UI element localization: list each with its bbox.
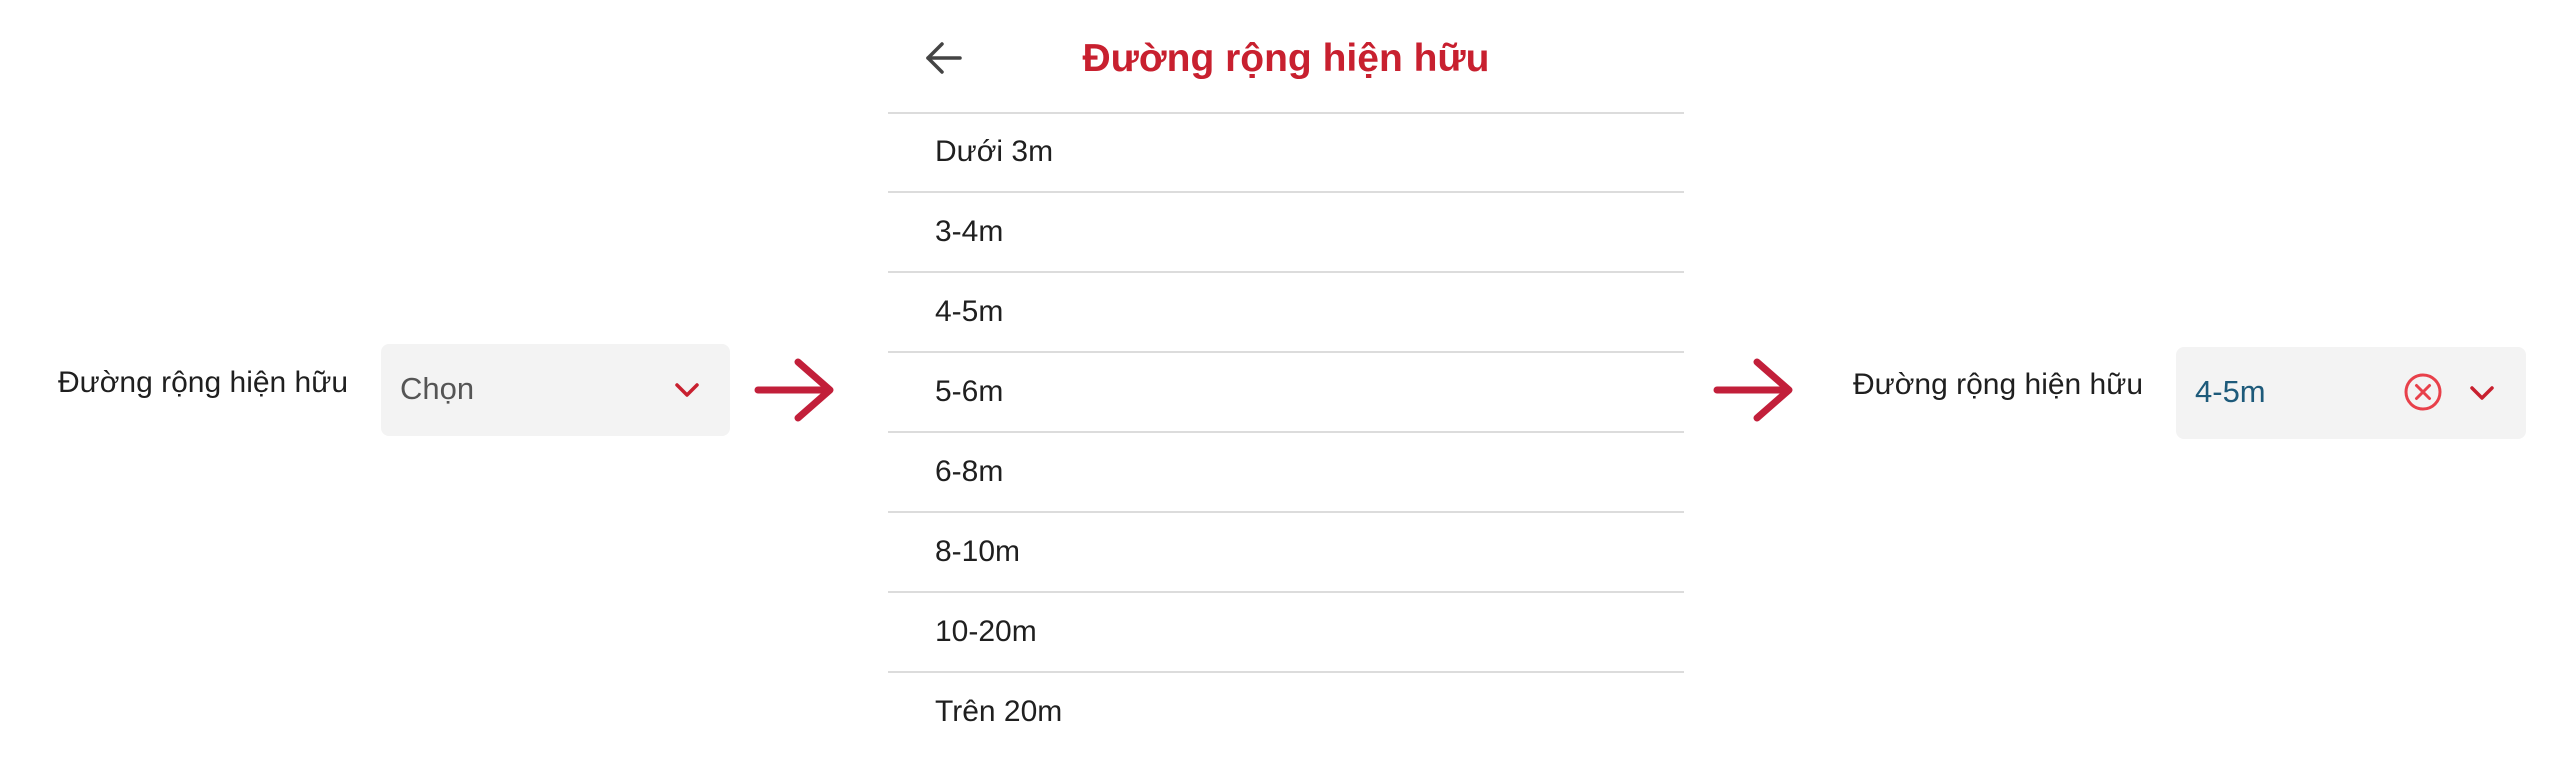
arrow-right-icon [754, 358, 834, 422]
list-item[interactable]: 10-20m [888, 593, 1684, 673]
option-label: 6-8m [935, 455, 1004, 488]
option-label: 3-4m [935, 215, 1004, 248]
sheet-title: Đường rộng hiện hữu [1082, 37, 1490, 80]
before-select[interactable]: Chọn [381, 344, 730, 436]
list-item[interactable]: 8-10m [888, 513, 1684, 593]
before-field-label: Đường rộng hiện hữu [58, 366, 349, 399]
list-item[interactable]: Trên 20m [888, 673, 1684, 751]
option-label: 10-20m [935, 615, 1037, 648]
screen: Đường rộng hiện hữu Chọn Đường rộng hiện… [0, 0, 2560, 778]
arrow-right-icon [1713, 358, 1793, 422]
option-label: Dưới 3m [935, 135, 1054, 168]
select-placeholder: Chọn [400, 371, 475, 406]
option-label: 5-6m [935, 375, 1004, 408]
list-item[interactable]: 3-4m [888, 193, 1684, 273]
list-item[interactable]: Dưới 3m [888, 113, 1684, 193]
options-sheet: Đường rộng hiện hữu Dưới 3m 3-4m 4-5m 5-… [888, 0, 1684, 760]
option-label: Trên 20m [935, 695, 1063, 728]
after-select[interactable]: 4-5m [2176, 347, 2526, 439]
option-label: 4-5m [935, 295, 1004, 328]
option-label: 8-10m [935, 535, 1021, 568]
list-item[interactable]: 5-6m [888, 353, 1684, 433]
option-list: Dưới 3m 3-4m 4-5m 5-6m 6-8m 8-10m 10-20m… [888, 113, 1684, 751]
chevron-down-icon [675, 383, 699, 397]
list-item[interactable]: 6-8m [888, 433, 1684, 513]
after-field-label: Đường rộng hiện hữu [1853, 368, 2144, 401]
sheet-header: Đường rộng hiện hữu [888, 0, 1684, 112]
select-value: 4-5m [2195, 374, 2266, 409]
list-item[interactable]: 4-5m [888, 273, 1684, 353]
clear-circle-icon[interactable] [2402, 371, 2444, 413]
chevron-down-icon[interactable] [2468, 383, 2496, 403]
